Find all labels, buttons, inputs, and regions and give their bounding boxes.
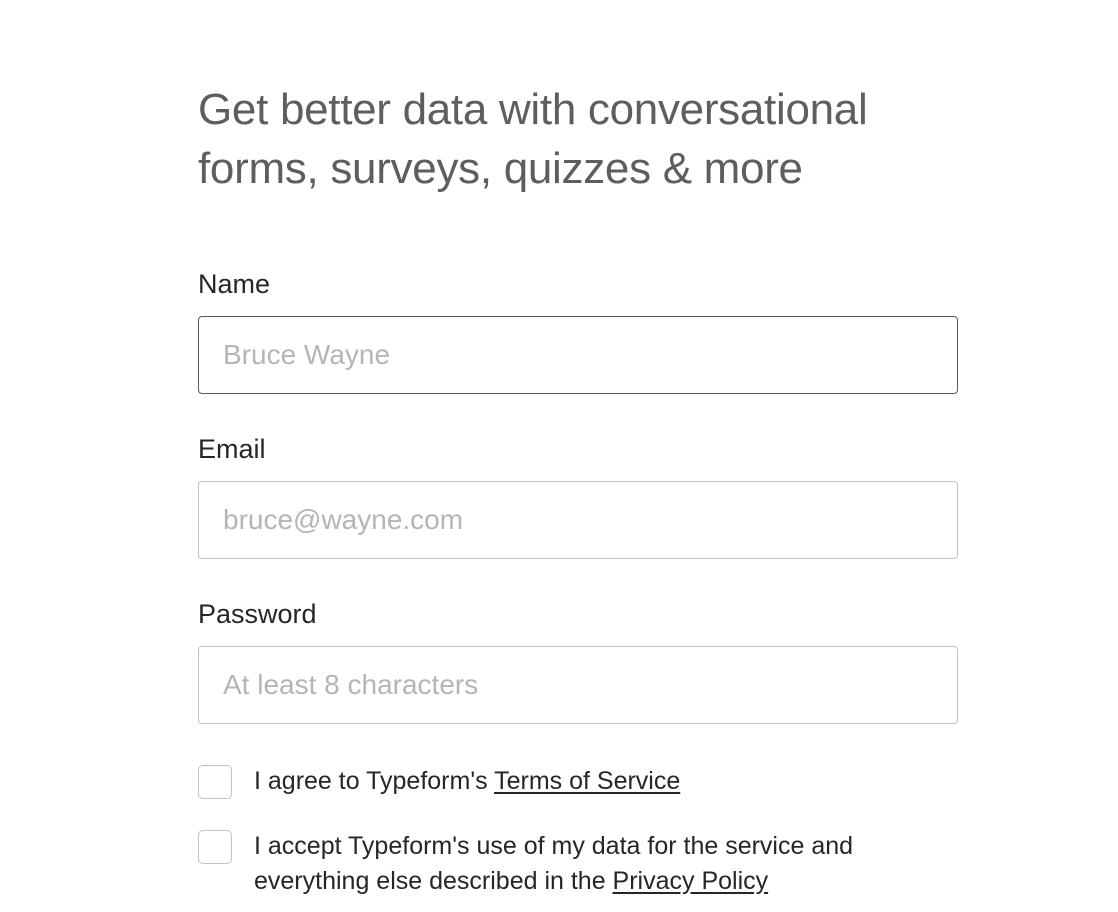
page-heading: Get better data with conversational form…: [198, 80, 958, 199]
email-field-group: Email: [198, 434, 958, 559]
privacy-consent-row: I accept Typeform's use of my data for t…: [198, 829, 958, 899]
signup-form: Get better data with conversational form…: [198, 80, 958, 899]
password-label: Password: [198, 599, 958, 630]
terms-of-service-link[interactable]: Terms of Service: [494, 767, 680, 795]
privacy-checkbox[interactable]: [198, 830, 232, 864]
terms-checkbox[interactable]: [198, 765, 232, 799]
terms-consent-row: I agree to Typeform's Terms of Service: [198, 764, 958, 799]
email-input[interactable]: [198, 481, 958, 559]
terms-label: I agree to Typeform's Terms of Service: [254, 764, 680, 799]
name-input[interactable]: [198, 316, 958, 394]
privacy-policy-link[interactable]: Privacy Policy: [613, 867, 769, 895]
terms-text: I agree to Typeform's: [254, 767, 494, 795]
email-label: Email: [198, 434, 958, 465]
name-field-group: Name: [198, 269, 958, 394]
password-input[interactable]: [198, 646, 958, 724]
privacy-label: I accept Typeform's use of my data for t…: [254, 829, 958, 899]
password-field-group: Password: [198, 599, 958, 724]
name-label: Name: [198, 269, 958, 300]
